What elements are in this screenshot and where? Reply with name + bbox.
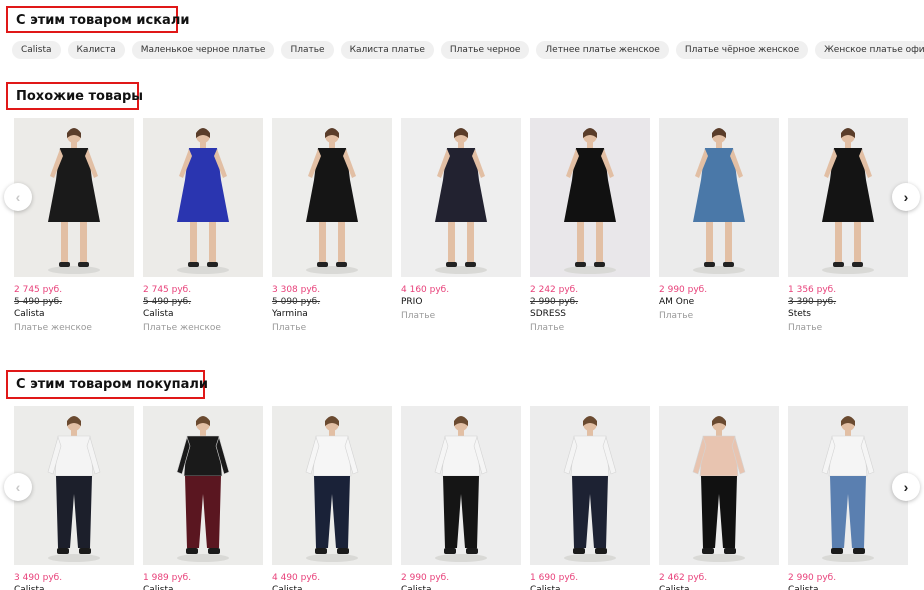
section-title-bought-together: С этим товаром покупали — [6, 370, 208, 399]
product-price: 2 745 руб. — [14, 285, 63, 295]
product-brand[interactable]: PRIO — [401, 296, 521, 308]
chevron-left-icon: ‹ — [15, 479, 21, 495]
product-card[interactable]: 4 490 руб. Calista — [272, 406, 392, 590]
product-card[interactable]: 1 989 руб. Calista — [143, 406, 263, 590]
product-brand[interactable]: Calista — [272, 584, 392, 590]
product-category: Платье — [659, 311, 694, 321]
product-card[interactable]: 2 990 руб. AM One Платье — [659, 118, 779, 323]
search-tag[interactable]: Платье — [281, 41, 334, 59]
product-image[interactable] — [14, 118, 134, 277]
product-image[interactable] — [14, 406, 134, 565]
product-price: 3 490 руб. — [14, 573, 63, 583]
product-brand[interactable]: SDRESS — [530, 308, 650, 320]
product-card[interactable]: 1 690 руб. Calista — [530, 406, 650, 590]
product-image[interactable] — [143, 406, 263, 565]
product-brand[interactable]: Calista — [143, 308, 263, 320]
product-card[interactable]: 3 308 руб. 5 090 руб. Yarmina Платье — [272, 118, 392, 335]
search-tag[interactable]: Платье чёрное женское — [675, 41, 809, 59]
product-brand[interactable]: AM One — [659, 296, 779, 308]
product-old-price: 5 490 руб. — [14, 297, 63, 307]
search-tags: Calista Калиста Маленькое черное платье … — [12, 41, 924, 59]
chevron-left-icon: ‹ — [15, 189, 21, 205]
product-image[interactable] — [530, 118, 650, 277]
product-brand[interactable]: Yarmina — [272, 308, 392, 320]
product-old-price: 5 490 руб. — [143, 297, 192, 307]
product-card[interactable]: 3 490 руб. Calista — [14, 406, 134, 590]
product-brand[interactable]: Calista — [788, 584, 908, 590]
search-tag[interactable]: Женское платье офисное — [815, 41, 924, 59]
section-title-searched: С этим товаром искали — [6, 6, 189, 33]
product-card[interactable]: 2 990 руб. Calista — [788, 406, 908, 590]
chevron-right-icon: › — [903, 479, 909, 495]
product-brand[interactable]: Calista — [14, 584, 134, 590]
carousel-prev-button[interactable]: ‹ — [4, 473, 32, 501]
carousel-next-button[interactable]: › — [892, 183, 920, 211]
product-card[interactable]: 2 242 руб. 2 990 руб. SDRESS Платье — [530, 118, 650, 335]
product-brand[interactable]: Stets — [788, 308, 908, 320]
similar-products-carousel: 2 745 руб. 5 490 руб. Calista Платье женско… — [14, 118, 924, 333]
product-image[interactable] — [788, 406, 908, 565]
product-card[interactable]: 2 990 руб. Calista — [401, 406, 521, 590]
chevron-right-icon: › — [903, 189, 909, 205]
product-price: 2 745 руб. — [143, 285, 192, 295]
product-price: 1 690 руб. — [530, 573, 579, 583]
product-price: 2 990 руб. — [401, 573, 450, 583]
product-old-price: 3 390 руб. — [788, 297, 837, 307]
product-category: Платье женское — [14, 323, 92, 333]
search-tag[interactable]: Платье черное — [440, 41, 530, 59]
product-card[interactable]: 2 745 руб. 5 490 руб. Calista Платье женско… — [143, 118, 263, 335]
product-category: Платье — [401, 311, 436, 321]
search-tag[interactable]: Калиста платье — [340, 41, 434, 59]
product-price: 2 990 руб. — [659, 285, 708, 295]
bought-together-carousel: 3 490 руб. Calista 1 989 руб. Calista 4 490 … — [14, 406, 924, 590]
product-old-price: 2 990 руб. — [530, 297, 579, 307]
product-price: 1 989 руб. — [143, 573, 192, 583]
product-image[interactable] — [401, 406, 521, 565]
product-image[interactable] — [788, 118, 908, 277]
product-price: 2 242 руб. — [530, 285, 579, 295]
product-card[interactable]: 2 462 руб. Calista — [659, 406, 779, 590]
product-price: 2 990 руб. — [788, 573, 837, 583]
search-tag[interactable]: Летнее платье женское — [536, 41, 669, 59]
section-title-similar: Похожие товары — [6, 82, 143, 110]
carousel-next-button[interactable]: › — [892, 473, 920, 501]
carousel-prev-button[interactable]: ‹ — [4, 183, 32, 211]
search-tag[interactable]: Калиста — [67, 41, 125, 59]
product-old-price: 5 090 руб. — [272, 297, 321, 307]
product-price: 4 160 руб. — [401, 285, 450, 295]
product-price: 1 356 руб. — [788, 285, 837, 295]
product-category: Платье — [530, 323, 565, 333]
product-price: 4 490 руб. — [272, 573, 321, 583]
product-category: Платье — [788, 323, 823, 333]
product-card[interactable]: 1 356 руб. 3 390 руб. Stets Платье — [788, 118, 908, 335]
product-image[interactable] — [401, 118, 521, 277]
product-brand[interactable]: Calista — [143, 584, 263, 590]
product-brand[interactable]: Calista — [530, 584, 650, 590]
search-tag[interactable]: Calista — [12, 41, 61, 59]
product-category: Платье женское — [143, 323, 221, 333]
product-image[interactable] — [659, 118, 779, 277]
product-image[interactable] — [272, 118, 392, 277]
search-tag[interactable]: Маленькое черное платье — [131, 41, 275, 59]
product-card[interactable]: 2 745 руб. 5 490 руб. Calista Платье женско… — [14, 118, 134, 335]
product-image[interactable] — [272, 406, 392, 565]
product-image[interactable] — [530, 406, 650, 565]
product-price: 3 308 руб. — [272, 285, 321, 295]
product-brand[interactable]: Calista — [659, 584, 779, 590]
product-image[interactable] — [659, 406, 779, 565]
product-price: 2 462 руб. — [659, 573, 708, 583]
product-brand[interactable]: Calista — [14, 308, 134, 320]
product-brand[interactable]: Calista — [401, 584, 521, 590]
product-category: Платье — [272, 323, 307, 333]
product-card[interactable]: 4 160 руб. PRIO Платье — [401, 118, 521, 323]
product-image[interactable] — [143, 118, 263, 277]
